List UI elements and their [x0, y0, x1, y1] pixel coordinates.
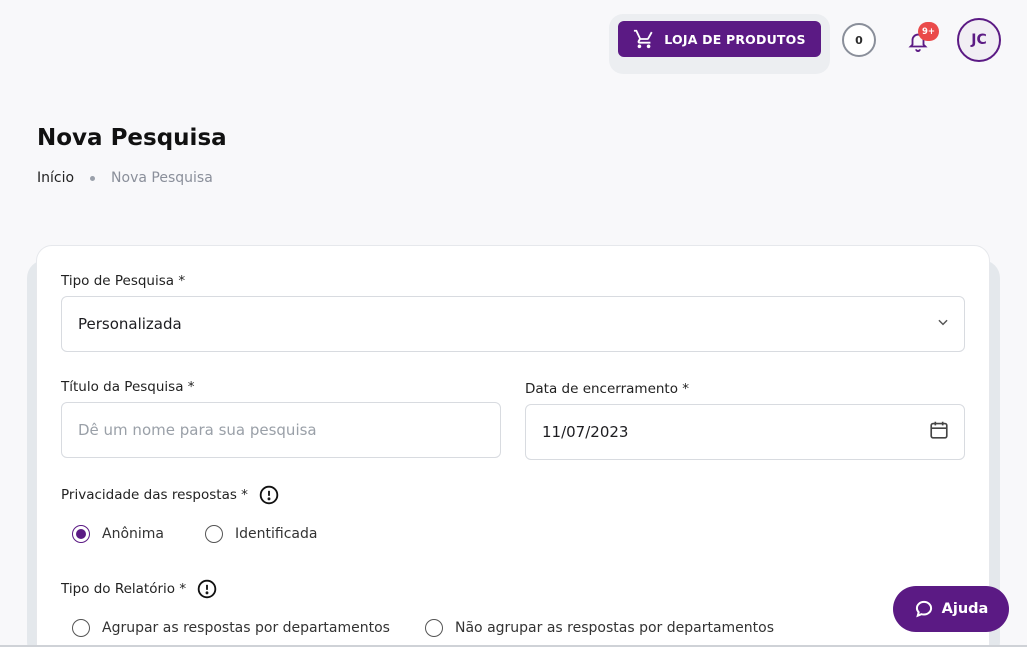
info-icon[interactable]: [197, 579, 217, 599]
radio-unchecked[interactable]: [205, 525, 223, 543]
breadcrumb-separator: [90, 175, 96, 181]
radio-unchecked[interactable]: [425, 619, 443, 637]
notifications-badge: 9+: [918, 22, 939, 41]
calendar-icon[interactable]: [928, 419, 950, 445]
end-date-input[interactable]: 11/07/2023: [525, 404, 965, 460]
user-avatar[interactable]: JC: [957, 18, 1001, 62]
privacy-option-label: Anônima: [102, 526, 164, 542]
product-store-button[interactable]: LOJA DE PRODUTOS: [618, 21, 821, 57]
survey-title-placeholder: Dê um nome para sua pesquisa: [78, 421, 317, 439]
page-title: Nova Pesquisa: [37, 125, 227, 151]
breadcrumb: Início Nova Pesquisa: [37, 170, 213, 186]
chevron-down-icon: [936, 315, 950, 333]
survey-title-label: Título da Pesquisa *: [61, 379, 195, 395]
help-button[interactable]: Ajuda: [893, 586, 1009, 632]
report-type-label: Tipo do Relatório *: [61, 581, 187, 597]
privacy-option-label: Identificada: [235, 526, 318, 542]
top-bar: LOJA DE PRODUTOS 0 9+ JC: [0, 0, 1027, 90]
report-option-label: Agrupar as respostas por departamentos: [102, 620, 390, 636]
info-icon[interactable]: [259, 485, 279, 505]
survey-type-label: Tipo de Pesquisa *: [61, 273, 186, 289]
privacy-option-identified[interactable]: Identificada: [205, 525, 317, 543]
report-option-label: Não agrupar as respostas por departament…: [455, 620, 774, 636]
chat-bubble-icon: [915, 600, 932, 618]
end-date-value: 11/07/2023: [542, 423, 629, 441]
privacy-option-anonymous[interactable]: Anônima: [72, 525, 164, 543]
breadcrumb-current: Nova Pesquisa: [111, 170, 213, 186]
radio-unchecked[interactable]: [72, 619, 90, 637]
breadcrumb-home[interactable]: Início: [37, 170, 74, 186]
end-date-label: Data de encerramento *: [525, 381, 690, 397]
help-button-label: Ajuda: [941, 601, 989, 617]
survey-type-value: Personalizada: [78, 315, 182, 333]
survey-title-input[interactable]: Dê um nome para sua pesquisa: [61, 402, 501, 458]
report-option-no-group[interactable]: Não agrupar as respostas por departament…: [425, 619, 774, 637]
report-option-group[interactable]: Agrupar as respostas por departamentos: [72, 619, 390, 637]
cart-icon: [634, 29, 653, 49]
privacy-label: Privacidade das respostas *: [61, 487, 248, 503]
radio-checked[interactable]: [72, 525, 90, 543]
survey-type-select[interactable]: Personalizada: [61, 296, 965, 352]
credits-counter[interactable]: 0: [842, 23, 876, 57]
product-store-label: LOJA DE PRODUTOS: [664, 31, 806, 47]
